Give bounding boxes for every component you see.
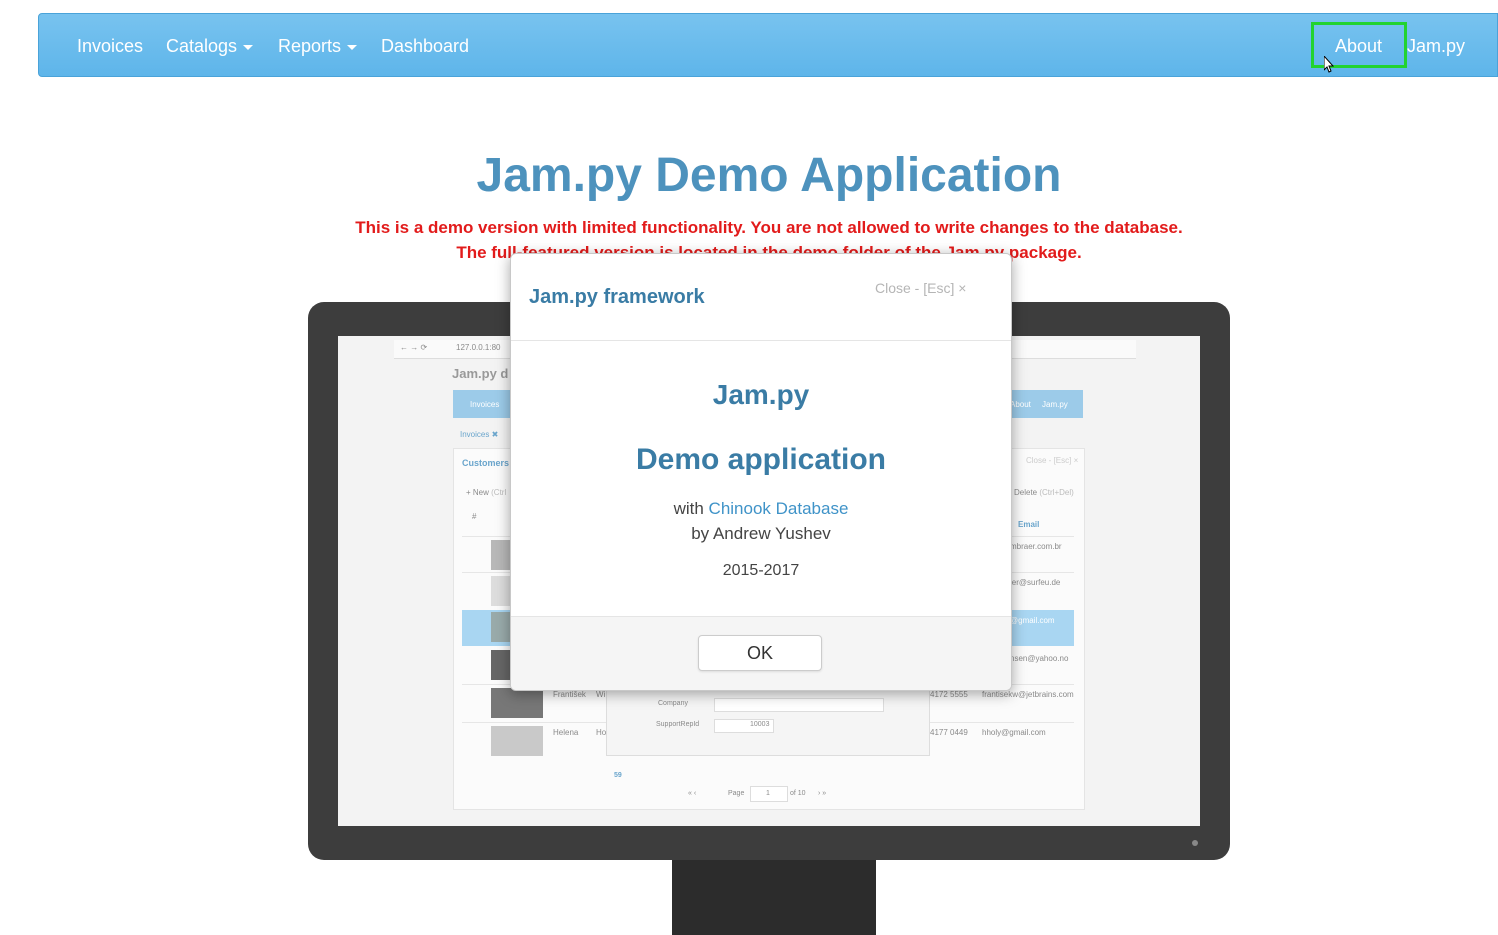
mini-support-value: 10003 [750, 721, 770, 728]
mini-email-5: frantisekw@jetbrains.com [982, 690, 1074, 699]
mini-pager-last: › » [818, 790, 827, 797]
mini-app-title: Jam.py d [452, 366, 509, 381]
nav-invoices[interactable]: Invoices [77, 14, 143, 78]
mini-url: 127.0.0.1:80 [456, 343, 501, 352]
top-navbar: Invoices Catalogs Reports Dashboard Abou… [38, 13, 1498, 77]
mini-page-label: Page [728, 790, 745, 797]
nav-reports-label: Reports [278, 36, 342, 56]
about-with-line: with Chinook Database [511, 499, 1011, 519]
about-years: 2015-2017 [722, 562, 800, 579]
mini-photo [491, 688, 543, 718]
mini-support-label: SupportRepId [656, 721, 700, 728]
modal-header: Jam.py framework Close - [Esc] × [511, 254, 1011, 341]
about-with-prefix: with [673, 499, 704, 518]
mini-new-label: + New [466, 488, 489, 497]
mini-delete-label: Delete [1014, 488, 1038, 497]
nav-catalogs-label: Catalogs [166, 36, 238, 56]
mini-email-header: Email [1018, 520, 1040, 529]
mini-name-suffix-2: Ho [596, 728, 607, 737]
modal-footer: OK [511, 616, 1011, 690]
modal-body: Jam.py Demo application with Chinook Dat… [511, 341, 1011, 615]
mini-hash-header: # [472, 512, 477, 521]
mini-new-shortcut: (Ctrl [491, 488, 507, 497]
mini-email-6: hholy@gmail.com [982, 728, 1046, 737]
about-subheading: Demo application [635, 443, 887, 476]
nav-about[interactable]: About [1335, 14, 1382, 78]
chinook-database-link[interactable]: Chinook Database [709, 499, 849, 518]
about-modal: Jam.py framework Close - [Esc] × Jam.py … [510, 253, 1012, 691]
demo-warning-line1: This is a demo version with limited func… [355, 218, 1183, 237]
nav-jampy[interactable]: Jam.py [1407, 14, 1465, 78]
mini-phone-1: 4172 5555 [930, 690, 968, 699]
monitor-stand [672, 860, 876, 935]
mini-total: 59 [614, 772, 622, 779]
about-heading: Jam.py [712, 379, 810, 410]
mini-new-button: + New (Ctrl [466, 488, 506, 497]
mini-photo [491, 726, 543, 756]
mini-delete-button: Delete (Ctrl+Del) [1014, 488, 1074, 497]
power-led-icon [1192, 840, 1198, 846]
mini-pager-first: « ‹ [688, 790, 697, 797]
mini-email-1: mbraer.com.br [1010, 542, 1062, 551]
mini-nav-jampy: Jam.py [1042, 400, 1068, 409]
about-author: by Andrew Yushev [691, 524, 831, 543]
mini-email-4: nsen@yahoo.no [1010, 654, 1069, 663]
nav-reports[interactable]: Reports [278, 14, 358, 78]
mini-delete-shortcut: (Ctrl+Del) [1039, 488, 1074, 497]
mini-nav-invoices: Invoices [470, 400, 500, 409]
mini-page-value: 1 [766, 790, 770, 797]
chevron-down-icon [243, 44, 254, 50]
mouse-cursor-icon [1324, 56, 1334, 73]
chevron-down-icon [347, 44, 358, 50]
mini-nav-about: About [1010, 400, 1031, 409]
mini-email-2: ler@surfeu.de [1010, 578, 1061, 587]
mini-name-1: František [553, 690, 586, 699]
modal-title: Jam.py framework [529, 286, 705, 308]
mini-name-2: Helena [553, 728, 579, 737]
mini-section-title: Customers [462, 458, 510, 468]
nav-dashboard[interactable]: Dashboard [381, 14, 469, 78]
mini-tab: Invoices ✖ [460, 430, 499, 439]
mini-name-suffix-1: Wi [596, 690, 606, 699]
mini-company-label: Company [658, 700, 688, 707]
modal-close-button[interactable]: Close - [Esc] × [875, 280, 966, 296]
mini-phone-2: 4177 0449 [930, 728, 968, 737]
mini-browser-nav-icons: ← → ⟳ [400, 343, 428, 352]
ok-button[interactable]: OK [698, 635, 822, 671]
page-title: Jam.py Demo Application [476, 149, 1062, 202]
mini-of-label: of 10 [790, 790, 806, 797]
mini-email-3: @gmail.com [1010, 616, 1055, 625]
nav-catalogs[interactable]: Catalogs [166, 14, 254, 78]
mini-dialog-close: Close - [Esc] × [1026, 456, 1079, 465]
